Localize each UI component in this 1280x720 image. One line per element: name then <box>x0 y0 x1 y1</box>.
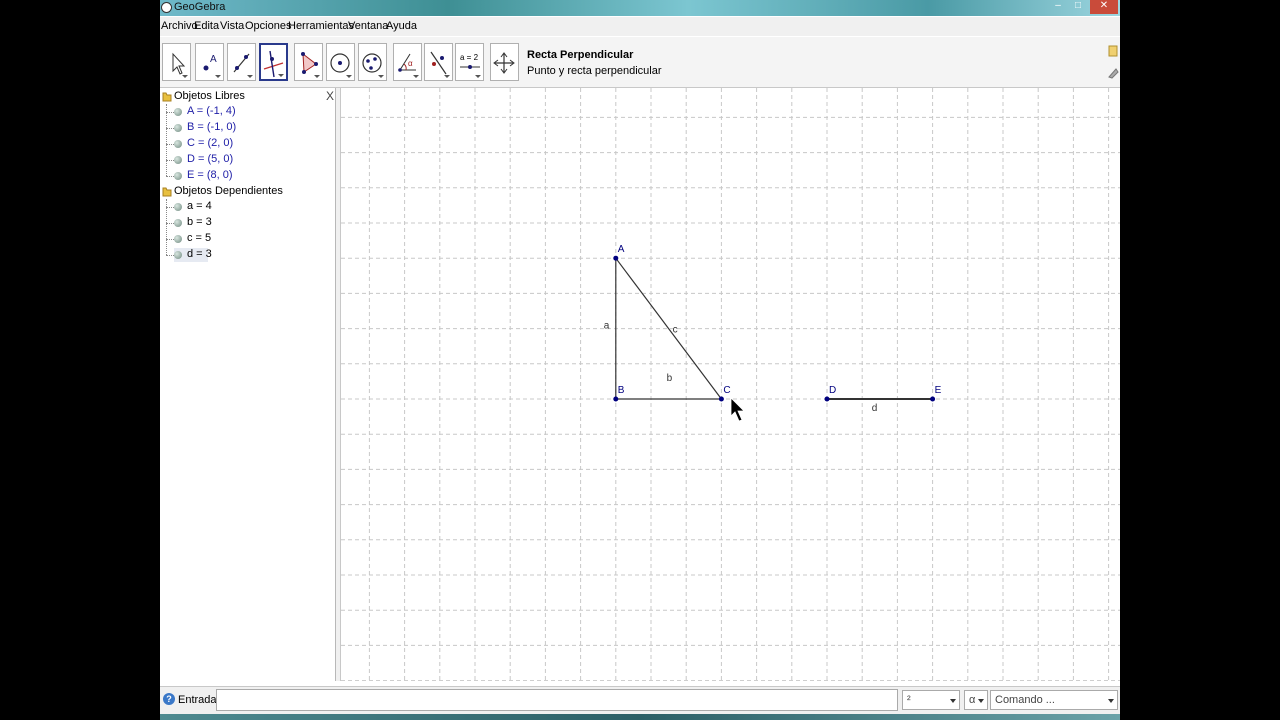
point-label-C[interactable]: C <box>723 385 730 396</box>
angle-tool-button[interactable]: α <box>393 43 422 81</box>
svg-text:A: A <box>210 54 217 65</box>
point-label-D[interactable]: D <box>829 385 836 396</box>
point-label-E[interactable]: E <box>935 385 942 396</box>
symbol-combo[interactable]: ² <box>902 690 960 710</box>
free-objects-label[interactable]: Objetos Libres <box>174 90 245 102</box>
redo-icon[interactable] <box>1106 65 1120 81</box>
input-bar: ? Entrada: ² α Comando ... <box>160 686 1120 715</box>
taskbar <box>160 714 1120 720</box>
point-A[interactable] <box>613 255 619 261</box>
help-icon[interactable]: ? <box>163 693 175 705</box>
menu-archivo[interactable]: Archivo <box>161 20 198 32</box>
svg-text:α: α <box>408 59 413 68</box>
minimize-button[interactable]: – <box>1048 0 1068 14</box>
folder-icon <box>162 92 172 102</box>
undo-icon[interactable] <box>1106 43 1120 59</box>
point-tool-button[interactable]: A <box>195 43 224 81</box>
active-tool-name: Recta Perpendicular <box>527 49 634 61</box>
conic-tool-button[interactable] <box>358 43 387 81</box>
geogebra-logo-icon <box>161 2 172 13</box>
algebra-item-d[interactable]: d = 3 <box>166 248 212 262</box>
point-D[interactable] <box>824 396 830 402</box>
point-label-A[interactable]: A <box>618 244 625 255</box>
tree-connector <box>166 104 167 176</box>
menu-edita[interactable]: Edita <box>194 20 219 32</box>
segment-label-b[interactable]: b <box>667 373 673 384</box>
toolbar: A α a = 2 Recta Perpendicular Punto y re… <box>160 37 1120 88</box>
folder-icon <box>162 187 172 197</box>
menu-opciones[interactable]: Opciones <box>245 20 291 32</box>
menu-ventana[interactable]: Ventana <box>348 20 388 32</box>
point-B[interactable] <box>613 396 619 402</box>
close-algebra-view-button[interactable]: X <box>326 89 334 103</box>
dependent-objects-label[interactable]: Objetos Dependientes <box>174 185 283 197</box>
window-title: GeoGebra <box>174 1 226 13</box>
command-combo[interactable]: Comando ... <box>990 690 1118 710</box>
menu-bar: Archivo Edita Vista Opciones Herramienta… <box>160 17 1120 36</box>
move-view-icon <box>493 52 515 74</box>
point-label-B[interactable]: B <box>618 385 625 396</box>
slider-tool-button[interactable]: a = 2 <box>455 43 484 81</box>
perpendicular-line-tool-button[interactable] <box>259 43 288 81</box>
algebra-view: X Objetos Libres A = (-1, 4) B = (-1, 0)… <box>160 88 336 681</box>
slider-label: a = 2 <box>460 53 479 62</box>
graphics-canvas[interactable]: a b c d A B C D E <box>341 88 1120 682</box>
move-graphics-view-button[interactable] <box>490 43 519 81</box>
geogebra-window: GeoGebra – □ ✕ Archivo Edita Vista Opcio… <box>160 0 1120 720</box>
input-field[interactable] <box>216 689 898 711</box>
menu-herramientas[interactable]: Herramientas <box>288 20 354 32</box>
segment-label-d[interactable]: d <box>872 403 878 414</box>
line-tool-button[interactable] <box>227 43 256 81</box>
greek-combo[interactable]: α <box>964 690 988 710</box>
graphics-view[interactable]: a b c d A B C D E <box>340 88 1120 682</box>
menu-ayuda[interactable]: Ayuda <box>386 20 417 32</box>
segment-label-c[interactable]: c <box>673 325 678 336</box>
move-tool-button[interactable] <box>162 43 191 81</box>
title-bar: GeoGebra – □ ✕ <box>160 0 1120 16</box>
reflect-tool-button[interactable] <box>424 43 453 81</box>
maximize-button[interactable]: □ <box>1068 0 1088 14</box>
circle-tool-button[interactable] <box>326 43 355 81</box>
menu-vista[interactable]: Vista <box>220 20 244 32</box>
active-tool-description: Punto y recta perpendicular <box>527 65 662 77</box>
close-window-button[interactable]: ✕ <box>1090 0 1118 14</box>
segment-label-a[interactable]: a <box>604 321 610 332</box>
point-C[interactable] <box>718 396 724 402</box>
point-E[interactable] <box>930 396 936 402</box>
mouse-pointer-icon[interactable] <box>730 397 745 422</box>
input-label: Entrada: <box>178 694 220 706</box>
polygon-tool-button[interactable] <box>294 43 323 81</box>
